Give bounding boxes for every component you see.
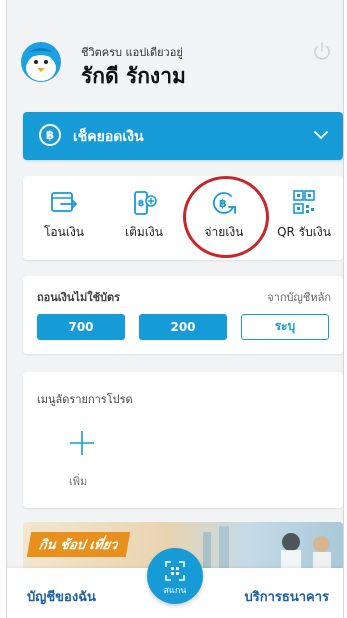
profile-header: ชีวิตครบ แอปเดียวอยู่ รักดี รักงาม [7, 28, 343, 96]
transfer-icon [51, 192, 77, 212]
power-icon[interactable] [311, 40, 333, 62]
add-favorite-label: เพิ่ม [69, 475, 88, 488]
amount-700-button[interactable]: 700 [37, 314, 125, 340]
amount-custom-button[interactable]: ระบุ [241, 314, 329, 340]
cardless-title: ถอนเงินไม่ใช้บัตร [37, 291, 121, 304]
chevron-down-icon [313, 127, 329, 147]
plus-icon[interactable] [67, 428, 97, 458]
amount-200-button[interactable]: 200 [139, 314, 227, 340]
scan-button[interactable]: สแกน [147, 548, 203, 604]
greeting-text: ชีวิตครบ แอปเดียวอยู่ [81, 46, 183, 59]
baht-icon: ฿ [39, 124, 61, 146]
check-balance-bar[interactable]: ฿ เช็คยอดเงิน [23, 112, 343, 160]
cardless-withdrawal-card: ถอนเงินไม่ใช้บัตร จากบัญชีหลัก 700 200 ร… [23, 276, 343, 354]
avatar[interactable] [21, 42, 61, 82]
topup-label: เติมเงิน [125, 225, 163, 239]
favorites-title: เมนูลัดรายการโปรด [37, 393, 133, 406]
scan-icon [165, 561, 185, 581]
svg-text:฿: ฿ [138, 199, 144, 209]
qr-icon [293, 190, 315, 214]
user-name: รักดี รักงาม [81, 64, 186, 88]
nav-bank-services[interactable]: บริการธนาคาร [245, 586, 330, 607]
app-frame: ชีวิตครบ แอปเดียวอยู่ รักดี รักงาม ฿ เช็… [6, 0, 344, 618]
transfer-button[interactable]: โอนเงิน [25, 188, 103, 252]
qr-receive-button[interactable]: QR รับเงิน [265, 188, 343, 252]
scan-label: สแกน [163, 586, 187, 596]
check-balance-label: เช็คยอดเงิน [73, 129, 144, 145]
cardless-source: จากบัญชีหลัก [267, 291, 331, 304]
topup-button[interactable]: ฿ เติมเงิน [105, 188, 183, 252]
favorites-card: เมนูลัดรายการโปรด เพิ่ม [23, 372, 343, 508]
pay-highlight-circle [183, 176, 269, 258]
nav-my-accounts[interactable]: บัญชีของฉัน [27, 586, 96, 607]
topup-icon: ฿ [134, 191, 157, 215]
qr-receive-label: QR รับเงิน [277, 225, 331, 239]
transfer-label: โอนเงิน [43, 225, 85, 239]
